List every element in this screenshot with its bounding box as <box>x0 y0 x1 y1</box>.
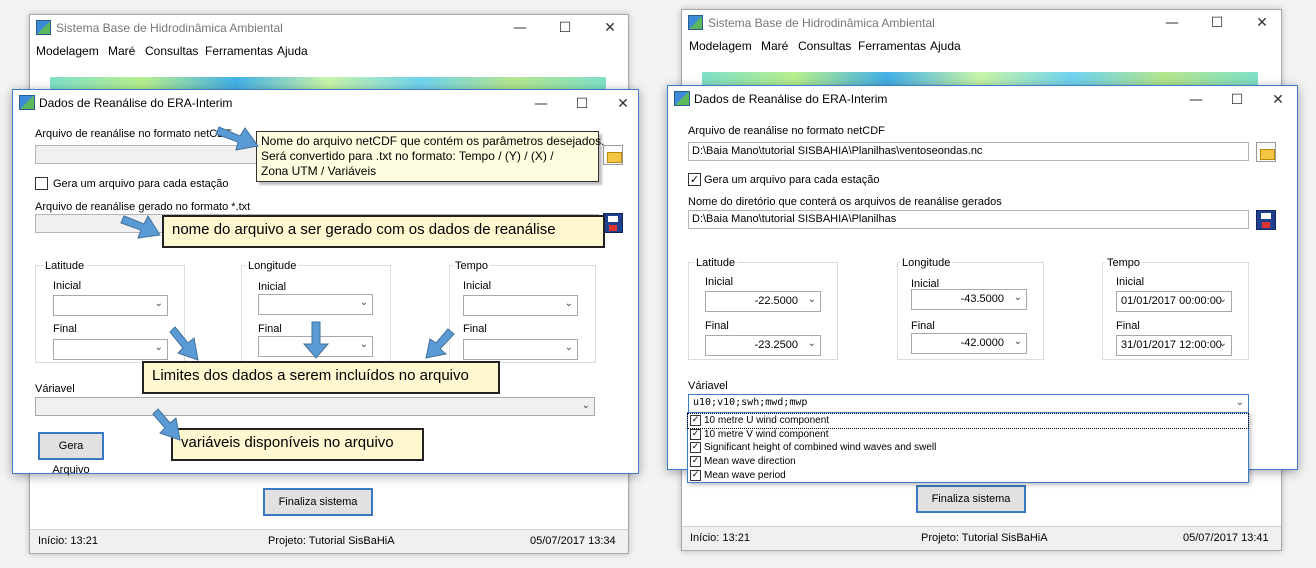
longitude-final-value: -42.0000 <box>960 337 1004 349</box>
list-item[interactable]: ✓ 10 metre V wind component <box>688 428 1248 442</box>
list-item[interactable]: ✓ Mean wave direction <box>688 455 1248 469</box>
floppy-save-icon <box>1256 210 1276 230</box>
longitude-inicial-value: -43.5000 <box>960 293 1004 305</box>
latitude-label: Latitude <box>694 257 738 269</box>
netcdf-label: Arquivo de reanálise no formato netCDF <box>688 125 885 137</box>
menu-modelagem[interactable]: Modelagem <box>689 39 752 53</box>
tempo-inicial-label: Inicial <box>1116 276 1145 288</box>
dir-path-input[interactable]: D:\Baia Mano\tutorial SISBAHIA\Planilhas <box>688 210 1249 229</box>
variable-checkbox[interactable]: ✓ <box>690 456 701 467</box>
latitude-inicial-value: -22.5000 <box>754 295 798 307</box>
folder-open-button[interactable] <box>1256 142 1276 162</box>
app-icon <box>674 91 690 106</box>
maximize-icon[interactable]: ☐ <box>1197 12 1237 34</box>
tempo-final-label: Final <box>1116 320 1140 332</box>
variable-label: 10 metre V wind component <box>704 429 829 440</box>
finish-system-button[interactable]: Finaliza sistema <box>916 485 1026 513</box>
latitude-inicial-label: Inicial <box>705 276 734 288</box>
dir-label: Nome do diretório que conterá os arquivo… <box>688 196 1002 208</box>
netcdf-path-input[interactable]: D:\Baia Mano\tutorial SISBAHIA\Planilhas… <box>688 142 1249 161</box>
menu-mare[interactable]: Maré <box>761 39 788 53</box>
variavel-select[interactable]: u10;v10;swh;mwd;mwp ⌄ <box>688 394 1249 413</box>
close-icon[interactable]: ✕ <box>1242 12 1282 34</box>
folder-open-icon <box>1256 142 1276 162</box>
one-file-checkbox[interactable]: ✓ <box>688 173 701 186</box>
tempo-label: Tempo <box>1105 257 1143 269</box>
variable-label: Significant height of combined wind wave… <box>704 442 937 453</box>
menu-consultas[interactable]: Consultas <box>798 39 851 53</box>
arrow-icon <box>425 328 455 359</box>
tempo-final-value: 31/01/2017 12:00:00 <box>1121 339 1222 351</box>
tempo-final-select[interactable]: 31/01/2017 12:00:00 ⌄ <box>1116 335 1232 356</box>
longitude-final-label: Final <box>911 320 935 332</box>
variable-checkbox[interactable]: ✓ <box>690 470 701 481</box>
right-main-titlebar: Sistema Base de Hidrodinâmica Ambiental … <box>682 10 1281 36</box>
one-file-label: Gera um arquivo para cada estação <box>704 174 880 186</box>
tempo-inicial-select[interactable]: 01/01/2017 00:00:00 ⌄ <box>1116 291 1232 312</box>
latitude-final-value: -23.2500 <box>754 339 798 351</box>
close-icon[interactable]: ✕ <box>1258 89 1298 111</box>
arrow-icon <box>152 408 181 441</box>
latitude-final-label: Final <box>705 320 729 332</box>
right-menubar: Modelagem Maré Consultas Ferramentas Aju… <box>682 37 1281 57</box>
right-statusbar: Início: 13:21 Projeto: Tutorial SisBaHiA… <box>682 526 1281 550</box>
variable-checkbox[interactable]: ✓ <box>690 415 701 426</box>
menu-ajuda[interactable]: Ajuda <box>930 39 961 53</box>
arrow-icon <box>120 214 161 239</box>
menu-ferramentas[interactable]: Ferramentas <box>858 39 926 53</box>
right-main-title: Sistema Base de Hidrodinâmica Ambiental <box>708 16 935 30</box>
dialog-title: Dados de Reanálise do ERA-Interim <box>694 92 888 106</box>
variavel-label: Váriavel <box>688 380 728 392</box>
variable-label: 10 metre U wind component <box>704 415 830 426</box>
longitude-final-select[interactable]: -42.0000 ⌄ <box>911 333 1027 354</box>
maximize-icon[interactable]: ☐ <box>1217 89 1257 111</box>
status-start-time: Início: 13:21 <box>690 532 750 544</box>
arrow-icon <box>302 321 330 359</box>
arrow-icon <box>215 126 259 151</box>
latitude-inicial-select[interactable]: -22.5000 ⌄ <box>705 291 821 312</box>
variable-label: Mean wave direction <box>704 456 796 467</box>
tempo-inicial-value: 01/01/2017 00:00:00 <box>1121 295 1222 307</box>
longitude-label: Longitude <box>900 257 953 269</box>
chevron-down-icon: ⌄ <box>1013 292 1022 303</box>
save-button[interactable] <box>1256 210 1276 230</box>
list-item[interactable]: ✓ 10 metre U wind component <box>687 413 1249 429</box>
chevron-down-icon: ⌄ <box>1218 338 1227 349</box>
list-item[interactable]: ✓ Mean wave period <box>688 469 1248 483</box>
variable-checkbox[interactable]: ✓ <box>690 442 701 453</box>
arrow-icon <box>120 126 455 441</box>
latitude-final-select[interactable]: -23.2500 ⌄ <box>705 335 821 356</box>
arrow-icon <box>169 326 199 361</box>
status-project: Projeto: Tutorial SisBaHiA <box>921 532 1048 544</box>
variable-label: Mean wave period <box>704 470 786 481</box>
longitude-inicial-select[interactable]: -43.5000 ⌄ <box>911 289 1027 310</box>
variable-checkbox[interactable]: ✓ <box>690 429 701 440</box>
minimize-icon[interactable]: — <box>1152 12 1192 34</box>
variavel-value: u10;v10;swh;mwd;mwp <box>693 397 808 408</box>
variable-dropdown-list: ✓ 10 metre U wind component ✓ 10 metre V… <box>687 412 1249 483</box>
minimize-icon[interactable]: — <box>1176 89 1216 111</box>
chevron-down-icon: ⌄ <box>807 294 816 305</box>
app-icon <box>688 15 703 30</box>
chevron-down-icon: ⌄ <box>1218 294 1227 305</box>
status-datetime: 05/07/2017 13:41 <box>1183 532 1269 544</box>
chevron-down-icon: ⌄ <box>1235 397 1244 408</box>
chevron-down-icon: ⌄ <box>1013 336 1022 347</box>
list-item[interactable]: ✓ Significant height of combined wind wa… <box>688 441 1248 455</box>
chevron-down-icon: ⌄ <box>807 338 816 349</box>
